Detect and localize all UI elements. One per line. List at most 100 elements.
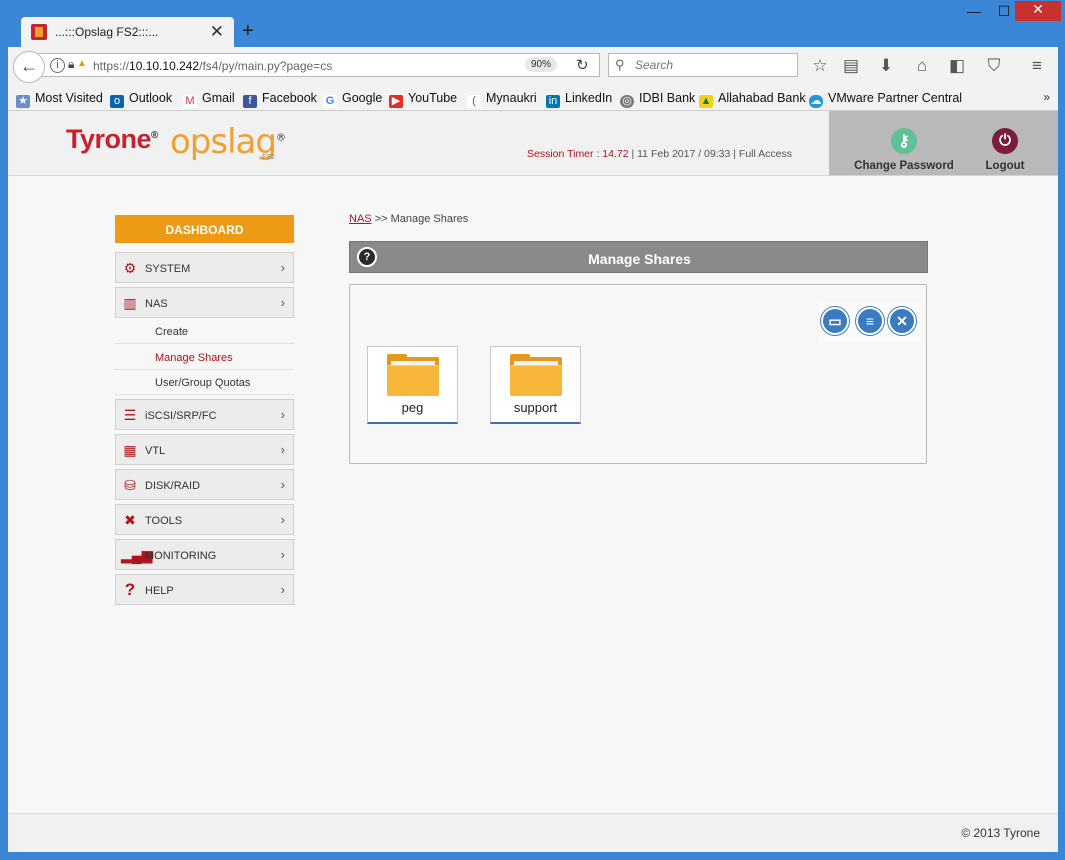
gmail-icon: M <box>183 95 197 108</box>
bookmark-vmware[interactable]: ☁ VMware Partner Central <box>809 91 962 108</box>
bookmark-most-visited[interactable]: ★ Most Visited <box>16 91 103 108</box>
close-tab-icon[interactable]: ✕ <box>210 22 224 42</box>
browser-window: ...:::Opslag FS2:::... ✕ + — ☐ ✕ i 🔒︎ ▲ … <box>0 0 1065 860</box>
tools-icon: ✖ <box>124 512 136 528</box>
dashboard-button[interactable]: DASHBOARD <box>115 215 294 243</box>
breadcrumb-nas-link[interactable]: NAS <box>349 213 372 225</box>
change-password-button[interactable]: Change Password <box>849 128 959 172</box>
key-icon <box>891 128 917 154</box>
bookmark-label: IDBI Bank <box>639 91 696 105</box>
share-tile-support[interactable]: support <box>490 346 581 424</box>
gear-icon: ⚙ <box>123 260 137 276</box>
share-tile-peg[interactable]: peg <box>367 346 458 424</box>
url-text[interactable]: https://10.10.10.242/fs4/py/main.py?page… <box>93 59 332 73</box>
sidebar-subitem-user-group-quotas[interactable]: User/Group Quotas <box>115 371 294 395</box>
new-tab-icon[interactable]: + <box>242 20 254 43</box>
page-title: Manage Shares <box>588 251 691 267</box>
bookmark-allahabad-bank[interactable]: ▲ Allahabad Bank <box>699 91 806 108</box>
header-actions: Change Password Logout <box>829 111 1058 175</box>
bookmark-google[interactable]: G Google <box>323 91 382 108</box>
chevron-right-icon: › <box>280 477 285 492</box>
sidebar-subitem-manage-shares[interactable]: Manage Shares <box>115 346 294 370</box>
back-arrow-icon[interactable]: ← <box>13 51 45 83</box>
sidebar-item-label: MONITORING <box>145 550 217 562</box>
session-info: Session Timer : 14.72 | 11 Feb 2017 / 09… <box>527 148 792 160</box>
sidebar-subitem-label: Create <box>155 326 189 338</box>
search-icon: ⚲ <box>615 57 625 72</box>
facebook-icon: f <box>243 95 257 108</box>
lock-icon[interactable]: 🔒︎ <box>68 57 74 72</box>
sidebar-item-nas[interactable]: ▥ NAS › <box>115 287 294 318</box>
bookmark-label: Outlook <box>129 91 173 105</box>
sidebar-subitem-create[interactable]: Create <box>115 320 294 344</box>
sidebar-item-tools[interactable]: ✖ TOOLS › <box>115 504 294 535</box>
sidebar-item-monitoring[interactable]: ▂▄▆ MONITORING › <box>115 539 294 570</box>
site-favicon-icon <box>31 24 47 40</box>
zoom-level[interactable]: 90% <box>525 57 557 72</box>
maximize-window-icon[interactable]: ☐ <box>990 3 1018 23</box>
hamburger-menu-icon[interactable]: ≡ <box>1026 56 1048 76</box>
sidebar-item-vtl[interactable]: ▦ VTL › <box>115 434 294 465</box>
app-header: Tyrone® opslag® FS2 Session Timer : 14.7… <box>8 111 1058 176</box>
bookmark-youtube[interactable]: ▶ YouTube <box>389 91 457 108</box>
navigation-toolbar: i 🔒︎ ▲ https://10.10.10.242/fs4/py/main.… <box>8 47 1058 87</box>
bookmark-idbi-bank[interactable]: ◎ IDBI Bank <box>620 91 695 108</box>
sidebar-subitem-label: Manage Shares <box>155 352 233 364</box>
bookmark-outlook[interactable]: o Outlook <box>110 91 172 108</box>
bookmark-facebook[interactable]: f Facebook <box>243 91 317 108</box>
web-page: Tyrone® opslag® FS2 Session Timer : 14.7… <box>8 111 1058 852</box>
search-input[interactable] <box>633 57 792 73</box>
sidebar-item-help[interactable]: ? HELP › <box>115 574 294 605</box>
product-sub: FS2 <box>262 154 275 161</box>
warning-icon: ▲ <box>77 58 87 69</box>
bar-chart-icon: ▂▄▆ <box>121 547 153 563</box>
close-window-icon[interactable]: ✕ <box>1015 1 1061 21</box>
folder-open-icon[interactable]: ▭ <box>821 307 849 335</box>
bookmark-label: YouTube <box>408 91 458 105</box>
browser-tab[interactable]: ...:::Opslag FS2:::... ✕ <box>21 17 234 47</box>
home-icon[interactable]: ⌂ <box>911 56 933 76</box>
bookmark-label: Mynaukri <box>486 91 537 105</box>
list-icon[interactable]: ≡ <box>856 307 884 335</box>
reading-list-icon[interactable]: ▤ <box>840 56 862 76</box>
chevron-right-icon: › <box>280 442 285 457</box>
sidebar-item-iscsi[interactable]: ☰ iSCSI/SRP/FC › <box>115 399 294 430</box>
minimize-window-icon[interactable]: — <box>960 3 988 23</box>
change-password-label: Change Password <box>854 160 954 172</box>
sidebar-item-disk-raid[interactable]: ⛁ DISK/RAID › <box>115 469 294 500</box>
close-icon[interactable]: ✕ <box>888 307 916 335</box>
panel-header: ? Manage Shares <box>349 241 928 273</box>
more-bookmarks-icon[interactable]: » <box>1043 90 1050 104</box>
share-name: peg <box>401 400 424 415</box>
brand-name: Tyrone <box>66 124 152 154</box>
search-box[interactable]: ⚲ <box>608 53 798 77</box>
sidebar-item-label: TOOLS <box>145 515 183 527</box>
tape-library-icon: ▦ <box>123 442 137 458</box>
session-timer: Session Timer : 14.72 <box>527 148 629 160</box>
sidebar-item-label: iSCSI/SRP/FC <box>145 410 217 422</box>
sidebar-item-label: NAS <box>145 298 168 310</box>
page-footer: © 2013 Tyrone <box>8 813 1058 852</box>
sidebar-item-system[interactable]: ⚙ SYSTEM › <box>115 252 294 283</box>
database-icon: ⛁ <box>124 477 136 493</box>
url-host: 10.10.10.242 <box>129 59 200 73</box>
breadcrumb: NAS >> Manage Shares <box>349 213 468 225</box>
sidebar-subitem-label: User/Group Quotas <box>155 377 251 389</box>
bookmark-gmail[interactable]: M Gmail <box>183 91 235 108</box>
bookmark-label: LinkedIn <box>565 91 613 105</box>
info-icon[interactable]: i <box>50 58 65 73</box>
pocket-icon[interactable]: ⛉ <box>983 56 1005 76</box>
chevron-right-icon: › <box>280 582 285 597</box>
logout-button[interactable]: Logout <box>975 128 1035 172</box>
bookmark-linkedin[interactable]: in LinkedIn <box>546 91 612 108</box>
download-icon[interactable]: ⬇ <box>875 56 897 76</box>
bookmark-star-icon[interactable]: ☆ <box>809 56 831 76</box>
bookmark-label: Facebook <box>262 91 317 105</box>
bookmark-mynaukri[interactable]: (Mynaukri <box>467 91 537 108</box>
session-details: | 11 Feb 2017 / 09:33 | Full Access <box>628 148 792 160</box>
pocket-save-icon[interactable]: ◧ <box>946 56 968 76</box>
reload-icon[interactable]: ↻ <box>576 56 589 74</box>
share-actions: ▭ ≡ ✕ <box>819 303 921 341</box>
address-bar[interactable]: i 🔒︎ ▲ https://10.10.10.242/fs4/py/main.… <box>38 53 600 77</box>
power-icon <box>992 128 1018 154</box>
